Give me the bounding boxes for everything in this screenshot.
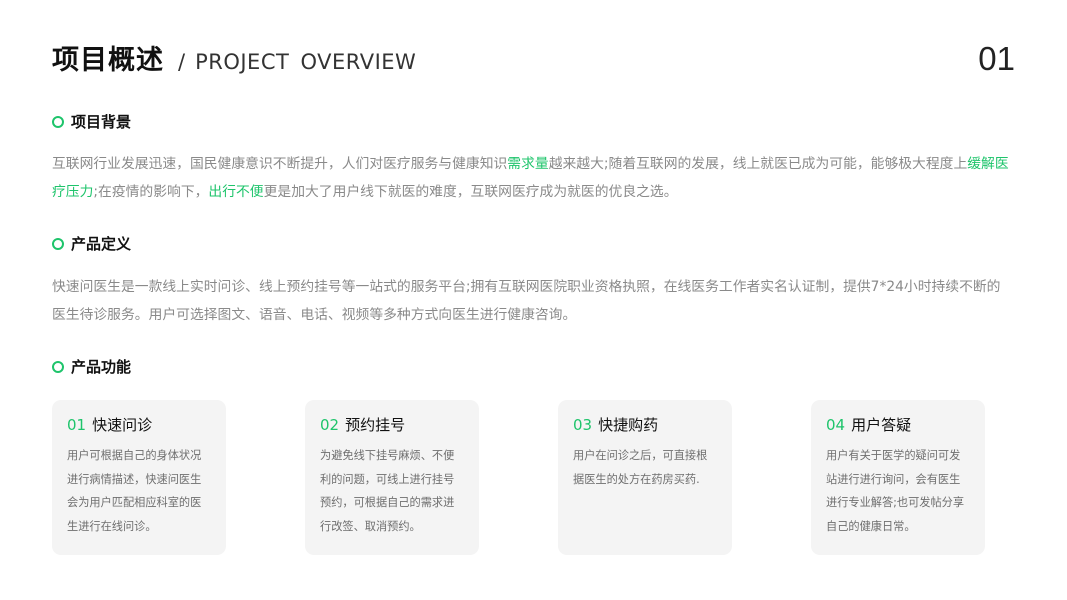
feature-card: 03 快捷购药 用户在问诊之后，可直接根据医生的处方在药房买药.: [558, 400, 732, 555]
page-title-en: PROJECT OVERVIEW: [195, 50, 417, 74]
feature-card: 04 用户答疑 用户有关于医学的疑问可发站进行进行询问，会有医生进行专业解答;也…: [811, 400, 985, 555]
feature-title: 快速问诊: [92, 416, 153, 434]
feature-title: 用户答疑: [851, 416, 912, 434]
feature-description: 用户有关于医学的疑问可发站进行进行询问，会有医生进行专业解答;也可发帖分享自己的…: [826, 449, 965, 533]
section-background-heading: 项目背景: [52, 111, 131, 132]
feature-number: 01: [67, 416, 87, 434]
title-separator: /: [178, 50, 186, 74]
feature-cards: 01 快速问诊 用户可根据自己的身体状况进行病情描述，快速问医生会为用户匹配相应…: [52, 400, 985, 555]
body-text: ;在疫情的影响下，: [93, 184, 209, 200]
bullet-circle-icon: [52, 237, 64, 250]
section-title: 产品功能: [71, 358, 132, 376]
section-title: 产品定义: [71, 235, 132, 253]
feature-title: 预约挂号: [345, 416, 406, 434]
page-number: 01: [978, 40, 1015, 77]
section-title: 项目背景: [71, 113, 132, 131]
feature-description: 为避免线下挂号麻烦、不便利的问题，可线上进行挂号预约，可根据自己的需求进行改签、…: [320, 449, 455, 533]
feature-number: 03: [573, 416, 593, 434]
feature-card: 01 快速问诊 用户可根据自己的身体状况进行病情描述，快速问医生会为用户匹配相应…: [52, 400, 226, 555]
highlight-text: 出行不便: [208, 184, 264, 200]
section-background-text: 互联网行业发展迅速，国民健康意识不断提升，人们对医疗服务与健康知识需求量越来越大…: [52, 150, 1012, 206]
body-text: 越来越大;随着互联网的发展，线上就医已成为可能，能够极大程度上: [548, 156, 968, 172]
page-title-cn: 项目概述: [52, 45, 164, 76]
body-text: 更是加大了用户线下就医的难度，互联网医疗成为就医的优良之选。: [263, 184, 678, 200]
bullet-circle-icon: [52, 360, 64, 373]
bullet-circle-icon: [52, 115, 64, 128]
section-definition-heading: 产品定义: [52, 233, 131, 254]
page-header: 项目概述 / PROJECT OVERVIEW: [52, 38, 416, 77]
feature-number: 04: [826, 416, 846, 434]
feature-description: 用户可根据自己的身体状况进行病情描述，快速问医生会为用户匹配相应科室的医生进行在…: [67, 449, 202, 533]
body-text: 互联网行业发展迅速，国民健康意识不断提升，人们对医疗服务与健康知识: [52, 156, 508, 172]
feature-title: 快捷购药: [598, 416, 659, 434]
feature-card: 02 预约挂号 为避免线下挂号麻烦、不便利的问题，可线上进行挂号预约，可根据自己…: [305, 400, 479, 555]
highlight-text: 需求量: [507, 156, 549, 172]
section-features-heading: 产品功能: [52, 356, 131, 377]
body-text: 快速问医生是一款线上实时问诊、线上预约挂号等一站式的服务平台;拥有互联网医院职业…: [52, 279, 1001, 323]
feature-number: 02: [320, 416, 340, 434]
feature-description: 用户在问诊之后，可直接根据医生的处方在药房买药.: [573, 449, 708, 486]
section-definition-text: 快速问医生是一款线上实时问诊、线上预约挂号等一站式的服务平台;拥有互联网医院职业…: [52, 273, 1012, 329]
